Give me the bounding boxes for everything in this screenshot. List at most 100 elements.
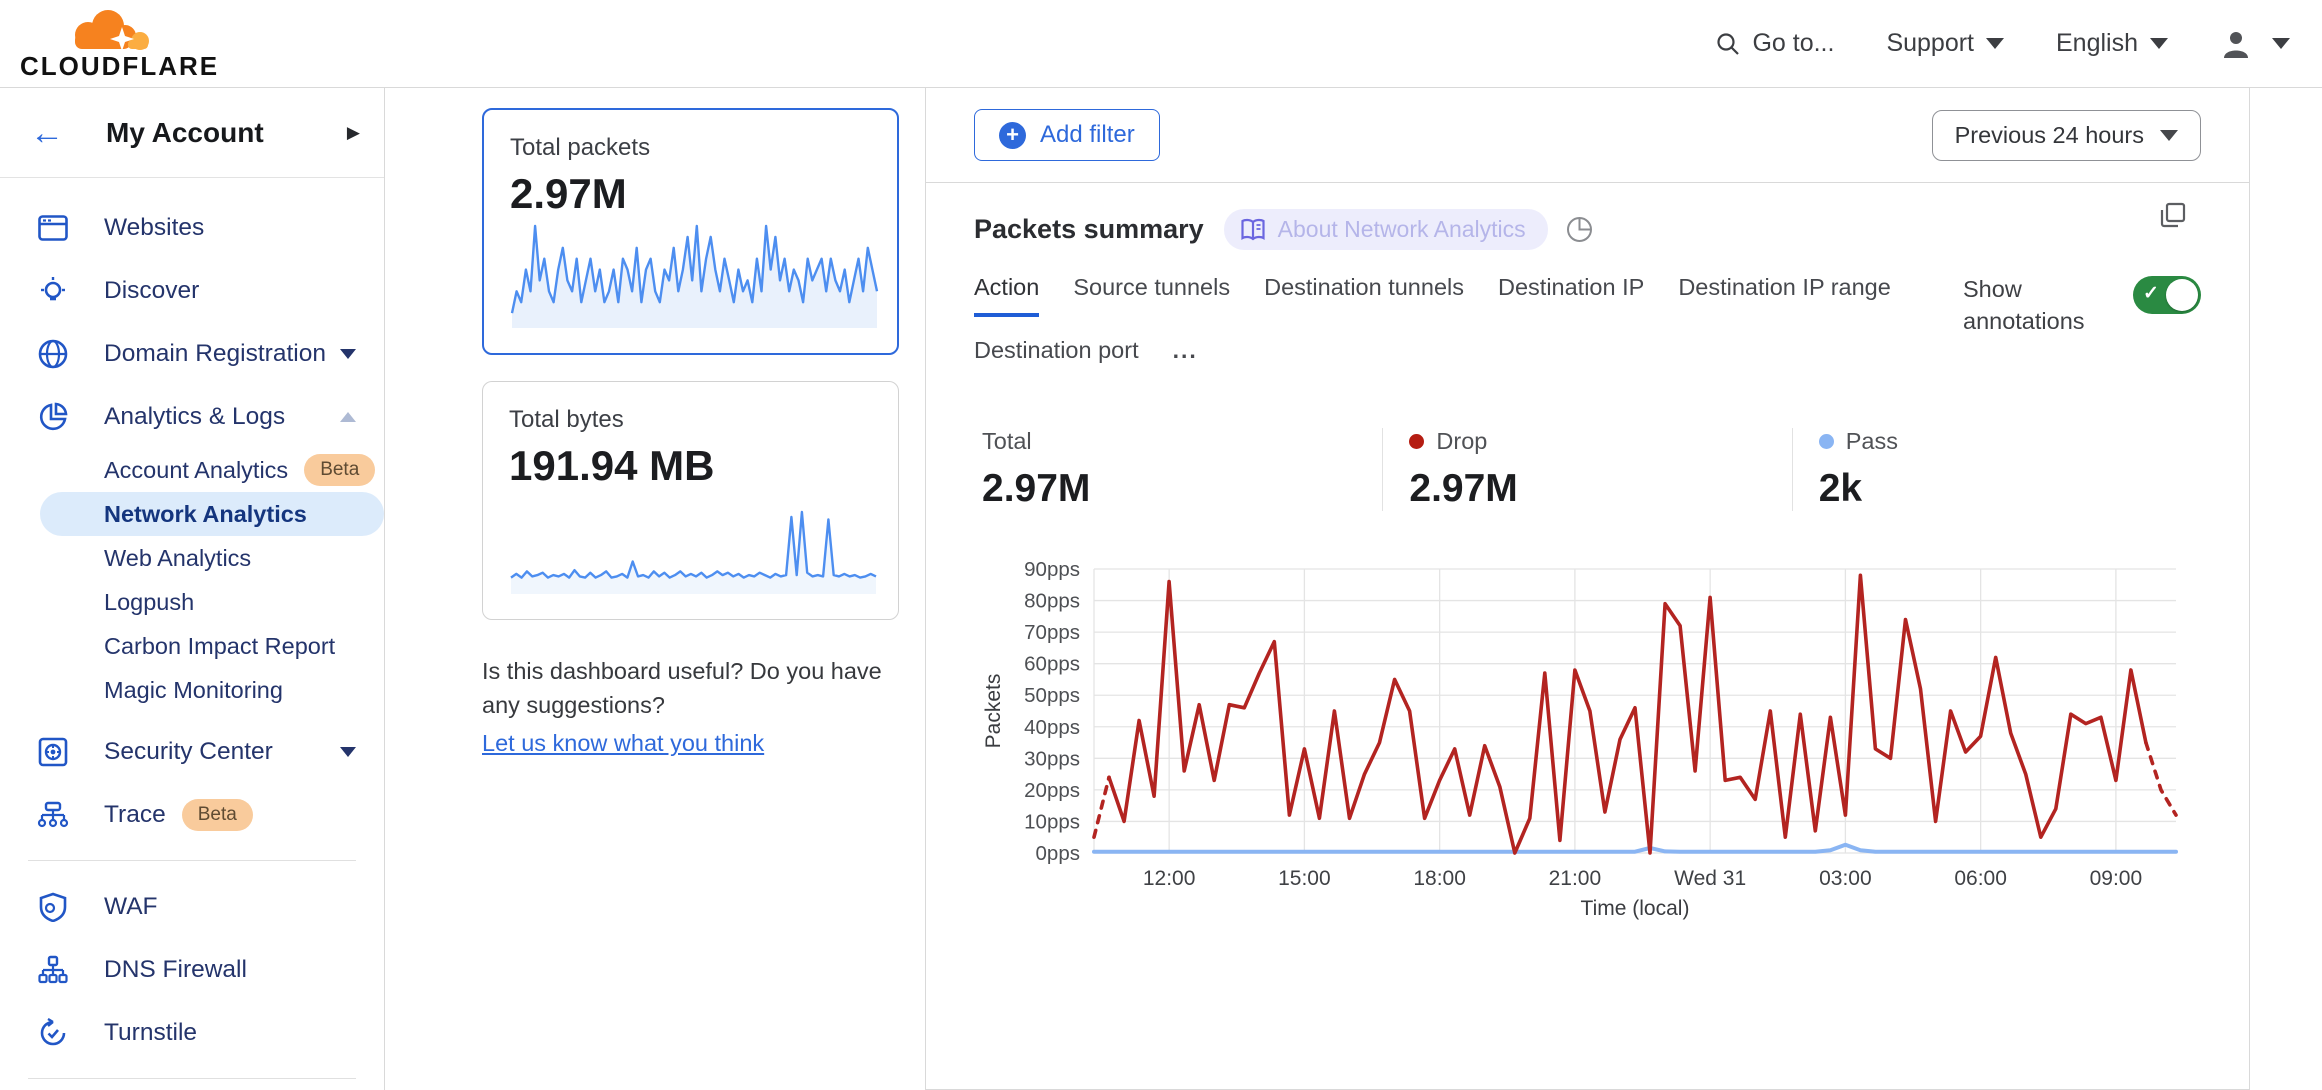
cloudflare-logo[interactable]: CLOUDFLARE (20, 9, 190, 79)
subitem-label: Magic Monitoring (104, 677, 283, 704)
card-label: Total bytes (509, 406, 872, 434)
go-to-search[interactable]: Go to... (1716, 29, 1834, 58)
sidebar-divider (28, 1078, 356, 1079)
svg-text:Time (local): Time (local) (1581, 897, 1690, 920)
svg-text:21:00: 21:00 (1549, 867, 1602, 890)
sidebar-item-websites[interactable]: Websites (0, 196, 384, 259)
vault-icon (36, 737, 70, 767)
svg-text:15:00: 15:00 (1278, 867, 1331, 890)
card-label: Total packets (510, 134, 871, 162)
stat-drop: Drop 2.97M (1382, 428, 1791, 511)
chevron-down-icon (340, 747, 356, 757)
packets-chart[interactable]: 0pps10pps20pps30pps40pps50pps60pps70pps8… (974, 553, 2201, 930)
language-menu[interactable]: English (2056, 29, 2168, 58)
total-bytes-card[interactable]: Total bytes 191.94 MB (482, 381, 899, 620)
back-arrow-icon[interactable]: ← (30, 116, 64, 150)
sidebar-subitem-logpush[interactable]: Logpush (0, 580, 384, 624)
stat-value: 2k (1819, 467, 2201, 511)
sidebar-item-turnstile[interactable]: Turnstile (0, 1001, 384, 1064)
svg-text:Wed 31: Wed 31 (1674, 867, 1746, 890)
subitem-label: Web Analytics (104, 545, 251, 572)
show-annotations-label: Show annotations (1963, 274, 2103, 337)
total-packets-card[interactable]: Total packets 2.97M (482, 108, 899, 355)
sidebar-item-label: DNS Firewall (104, 956, 356, 984)
sidebar-item-security-center[interactable]: Security Center (0, 720, 384, 783)
tab-destination-ip[interactable]: Destination IP (1498, 274, 1644, 317)
sidebar: ← My Account ▶ Websites Discover (0, 88, 385, 1090)
svg-text:50pps: 50pps (1024, 684, 1080, 707)
tab-destination-port[interactable]: Destination port (974, 337, 1139, 380)
sidebar-item-discover[interactable]: Discover (0, 259, 384, 322)
main-panel: + Add filter Previous 24 hours Packets s… (926, 88, 2250, 1090)
add-filter-label: Add filter (1040, 121, 1135, 149)
subitem-label: Carbon Impact Report (104, 633, 335, 660)
add-filter-button[interactable]: + Add filter (974, 109, 1160, 161)
sidebar-subitem-web-analytics[interactable]: Web Analytics (0, 536, 384, 580)
sidebar-item-dns-firewall[interactable]: DNS Firewall (0, 938, 384, 1001)
time-range-label: Previous 24 hours (1955, 122, 2144, 149)
stat-value: 2.97M (982, 467, 1382, 511)
chevron-right-icon[interactable]: ▶ (347, 123, 360, 143)
about-network-analytics-badge[interactable]: About Network Analytics (1224, 209, 1548, 250)
support-menu[interactable]: Support (1886, 29, 2004, 58)
expand-icon[interactable] (2159, 201, 2187, 234)
stat-label: Total (982, 428, 1032, 455)
sidebar-item-waf[interactable]: WAF (0, 875, 384, 938)
sidebar-subitem-network-analytics[interactable]: Network Analytics (40, 492, 384, 536)
svg-text:12:00: 12:00 (1143, 867, 1196, 890)
tabs-row: Action Source tunnels Destination tunnel… (974, 274, 2201, 380)
svg-text:10pps: 10pps (1024, 810, 1080, 833)
packets-summary-section: Packets summary About Network Analytics … (926, 183, 2249, 1090)
total-bytes-sparkline (509, 504, 878, 596)
chart-type-pie-icon[interactable] (1566, 216, 1593, 243)
svg-text:90pps: 90pps (1024, 558, 1080, 581)
sidebar-item-label: Websites (104, 214, 356, 242)
svg-text:70pps: 70pps (1024, 621, 1080, 644)
tab-destination-ip-range[interactable]: Destination IP range (1678, 274, 1891, 317)
sidebar-item-trace[interactable]: Trace Beta (0, 783, 384, 846)
chevron-up-icon (340, 412, 356, 422)
sidebar-item-analytics-logs[interactable]: Analytics & Logs (0, 385, 384, 448)
subitem-label: Network Analytics (104, 501, 307, 528)
tab-destination-tunnels[interactable]: Destination tunnels (1264, 274, 1464, 317)
stat-pass: Pass 2k (1792, 428, 2201, 511)
user-icon (2220, 28, 2252, 60)
svg-text:80pps: 80pps (1024, 590, 1080, 613)
feedback-block: Is this dashboard useful? Do you have an… (482, 654, 902, 760)
globe-icon (36, 339, 70, 369)
drop-legend-dot (1409, 434, 1424, 449)
account-title: My Account (106, 117, 347, 149)
chevron-down-icon (2160, 130, 2178, 141)
dimension-tabs: Action Source tunnels Destination tunnel… (974, 274, 1963, 380)
user-account-menu[interactable] (2220, 28, 2290, 60)
sidebar-item-label: Analytics & Logs (104, 403, 340, 431)
feedback-link[interactable]: Let us know what you think (482, 726, 764, 760)
tab-source-tunnels[interactable]: Source tunnels (1073, 274, 1230, 317)
stat-label: Drop (1436, 428, 1487, 455)
feedback-question: Is this dashboard useful? Do you have an… (482, 658, 882, 718)
filter-toolbar: + Add filter Previous 24 hours (926, 88, 2249, 183)
sidebar-subitem-account-analytics[interactable]: Account Analytics Beta (0, 448, 384, 492)
pie-chart-icon (36, 402, 70, 432)
support-label: Support (1886, 29, 1974, 58)
time-series-chart: 0pps10pps20pps30pps40pps50pps60pps70pps8… (974, 553, 2204, 925)
sidebar-item-label: Discover (104, 277, 356, 305)
chevron-down-icon (340, 349, 356, 359)
search-icon (1716, 32, 1740, 56)
sidebar-subitem-carbon-impact-report[interactable]: Carbon Impact Report (0, 624, 384, 668)
sidebar-item-domain-registration[interactable]: Domain Registration (0, 322, 384, 385)
svg-text:20pps: 20pps (1024, 779, 1080, 802)
account-header: ← My Account ▶ (0, 88, 384, 178)
sidebar-subitem-magic-monitoring[interactable]: Magic Monitoring (0, 668, 384, 712)
svg-text:0pps: 0pps (1036, 842, 1080, 865)
trace-tree-icon (36, 801, 70, 829)
tab-action[interactable]: Action (974, 274, 1039, 317)
time-range-dropdown[interactable]: Previous 24 hours (1932, 110, 2201, 161)
lightbulb-icon (36, 276, 70, 306)
more-tabs-button[interactable]: ... (1173, 337, 1198, 380)
annotations-control: Show annotations ✓ (1963, 274, 2201, 380)
plus-icon: + (999, 122, 1026, 149)
sidebar-item-label: Security Center (104, 738, 340, 766)
logo-wordmark: CLOUDFLARE (20, 53, 190, 79)
show-annotations-toggle[interactable]: ✓ (2133, 276, 2201, 314)
